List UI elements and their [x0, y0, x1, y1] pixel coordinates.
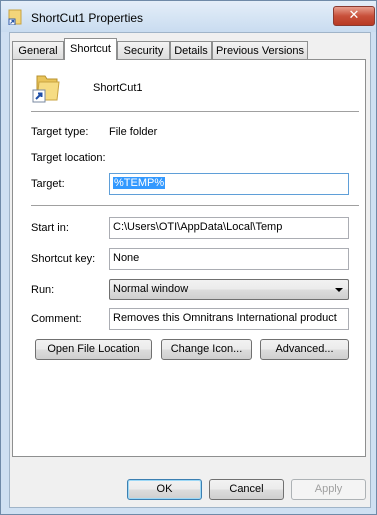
separator	[31, 111, 359, 112]
tab-shortcut[interactable]: Shortcut	[64, 38, 117, 60]
target-location-label: Target location:	[31, 152, 106, 164]
tab-security[interactable]: Security	[117, 41, 170, 59]
tab-previous-versions[interactable]: Previous Versions	[212, 41, 308, 59]
shortcut-tab-panel: ShortCut1 Target type: File folder Targe…	[12, 59, 366, 457]
run-select-value: Normal window	[113, 283, 189, 295]
tab-general[interactable]: General	[12, 41, 64, 59]
start-in-input[interactable]: C:\Users\OTI\AppData\Local\Temp	[109, 217, 349, 239]
properties-window: ShortCut1 Properties ✕ General Shortcut …	[0, 0, 377, 515]
title-bar[interactable]: ShortCut1 Properties ✕	[1, 1, 376, 32]
target-type-label: Target type:	[31, 126, 89, 138]
target-type-value: File folder	[109, 126, 158, 138]
comment-label: Comment:	[31, 313, 82, 325]
cancel-button[interactable]: Cancel	[209, 479, 284, 500]
window-title: ShortCut1 Properties	[31, 11, 144, 25]
apply-button[interactable]: Apply	[291, 479, 366, 500]
change-icon-button[interactable]: Change Icon...	[161, 339, 252, 360]
shortcut-key-input[interactable]: None	[109, 248, 349, 270]
folder-shortcut-icon	[31, 72, 63, 104]
open-file-location-button[interactable]: Open File Location	[35, 339, 152, 360]
run-label: Run:	[31, 284, 55, 296]
dialog-client-area: General Shortcut Security Details Previo…	[9, 32, 371, 508]
chevron-down-icon	[335, 288, 343, 292]
target-label: Target:	[31, 178, 65, 190]
target-input-value: %TEMP%	[113, 177, 166, 189]
separator	[31, 205, 359, 206]
tab-details[interactable]: Details	[170, 41, 212, 59]
target-input[interactable]: %TEMP%	[109, 173, 349, 195]
ok-button[interactable]: OK	[127, 479, 202, 500]
start-in-label: Start in:	[31, 222, 69, 234]
run-select[interactable]: Normal window	[109, 279, 349, 300]
folder-shortcut-icon	[8, 9, 22, 26]
advanced-button[interactable]: Advanced...	[260, 339, 349, 360]
close-button[interactable]: ✕	[333, 6, 375, 26]
shortcut-name: ShortCut1	[93, 82, 143, 94]
comment-input[interactable]: Removes this Omnitrans International pro…	[109, 308, 349, 330]
shortcut-key-label: Shortcut key:	[31, 253, 96, 265]
